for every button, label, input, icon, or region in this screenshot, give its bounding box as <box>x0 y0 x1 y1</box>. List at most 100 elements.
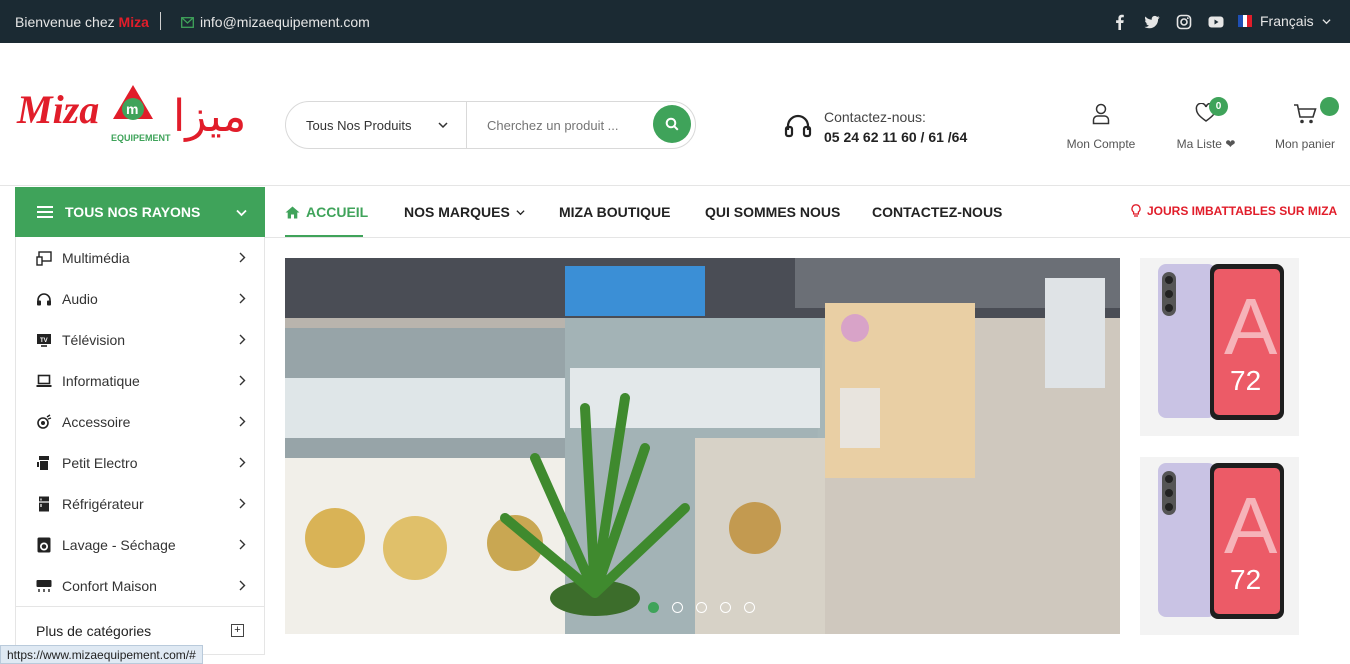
chevron-right-icon <box>239 293 246 304</box>
slider-dot[interactable] <box>720 602 731 613</box>
headphones-icon <box>37 292 51 305</box>
slider-dot[interactable] <box>648 602 659 613</box>
wishlist-label: Ma Liste ❤ <box>1176 137 1236 151</box>
chevron-down-icon <box>516 209 525 215</box>
category-item-accessoire[interactable]: Accessoire <box>16 401 264 442</box>
account-label: Mon Compte <box>1066 137 1136 151</box>
cart-count-badge <box>1320 97 1339 116</box>
facebook-icon[interactable] <box>1112 14 1128 30</box>
category-label: Audio <box>62 290 98 307</box>
category-label: Multimédia <box>62 249 130 266</box>
category-item-multimedia[interactable]: Multimédia <box>16 237 264 278</box>
category-item-informatique[interactable]: Informatique <box>16 360 264 401</box>
chevron-down-icon <box>438 122 448 129</box>
logo-sub: EQUIPEMENT <box>111 133 171 143</box>
chevron-right-icon <box>239 375 246 386</box>
nav-miza-boutique[interactable]: MIZA BOUTIQUE <box>559 204 670 220</box>
slider-dot[interactable] <box>744 602 755 613</box>
category-item-petit-electro[interactable]: Petit Electro <box>16 442 264 483</box>
category-label: Confort Maison <box>62 577 157 594</box>
chevron-right-icon <box>239 252 246 263</box>
washing-machine-icon <box>37 537 51 552</box>
promo-label: JOURS IMBATTABLES SUR MIZA <box>1147 204 1338 218</box>
wishlist-count-badge: 0 <box>1209 97 1228 116</box>
category-item-audio[interactable]: Audio <box>16 278 264 319</box>
nav-qui-sommes-nous[interactable]: QUI SOMMES NOUS <box>705 204 840 220</box>
logo-arabic: ميزا <box>173 91 246 142</box>
search-button[interactable] <box>653 105 691 143</box>
home-icon <box>285 206 300 218</box>
chevron-right-icon <box>239 457 246 468</box>
site-header: Miza m EQUIPEMENT ميزا Tous Nos Produits… <box>0 43 1350 186</box>
phone-product-image: A 72 <box>1158 463 1284 619</box>
chevron-right-icon <box>239 580 246 591</box>
side-banner-phone[interactable]: A 72 <box>1140 258 1299 436</box>
nav-nos-marques[interactable]: NOS MARQUES <box>404 204 525 220</box>
category-label: Réfrigérateur <box>62 495 144 512</box>
active-nav-underline <box>285 235 363 237</box>
banner-model-number: 72 <box>1230 564 1261 595</box>
category-label: Petit Electro <box>62 454 138 471</box>
nav-accueil-label: ACCUEIL <box>306 204 369 220</box>
search-bar: Tous Nos Produits <box>285 101 696 149</box>
contact-phone[interactable]: 05 24 62 11 60 / 61 /64 <box>824 129 967 145</box>
heart-small-icon: ❤ <box>1225 137 1236 151</box>
promo-link[interactable]: JOURS IMBATTABLES SUR MIZA <box>1131 204 1337 218</box>
wishlist-button[interactable]: Ma Liste ❤ 0 <box>1170 97 1242 151</box>
slider-dot[interactable] <box>696 602 707 613</box>
banner-model-text: A <box>1224 282 1278 371</box>
welcome-label: Bienvenue chez <box>15 14 115 30</box>
language-selector[interactable]: Français <box>1238 13 1331 29</box>
category-item-confort-maison[interactable]: Confort Maison <box>16 565 264 606</box>
appliance-icon <box>37 455 49 470</box>
contact-label: Contactez-nous: <box>824 109 926 125</box>
nav-contactez-nous[interactable]: CONTACTEZ-NOUS <box>872 204 1002 220</box>
category-item-television[interactable]: TV Télévision <box>16 319 264 360</box>
banner-model-number: 72 <box>1230 365 1261 396</box>
top-bar: Bienvenue chez Miza info@mizaequipement.… <box>0 0 1350 43</box>
welcome-brand: Miza <box>118 14 149 30</box>
miza-logo[interactable]: Miza m EQUIPEMENT ميزا <box>15 81 265 151</box>
multimedia-icon <box>36 250 52 266</box>
banner-model-text: A <box>1224 481 1278 570</box>
slider-dot[interactable] <box>672 602 683 613</box>
nav-contactez-nous-label: CONTACTEZ-NOUS <box>872 204 1003 220</box>
chevron-down-icon <box>236 209 247 217</box>
category-item-lavage-sechage[interactable]: Lavage - Séchage <box>16 524 264 565</box>
plus-icon: + <box>231 624 244 637</box>
accessory-icon <box>37 413 52 429</box>
instagram-icon[interactable] <box>1176 14 1192 30</box>
cart-icon <box>1294 104 1317 124</box>
nav-miza-boutique-label: MIZA BOUTIQUE <box>559 204 671 220</box>
category-label: Télévision <box>62 331 126 348</box>
account-button[interactable]: Mon Compte <box>1064 103 1138 151</box>
tv-icon: TV <box>37 333 51 347</box>
slider-dots <box>648 602 755 613</box>
hero-slider[interactable] <box>285 258 1120 634</box>
menu-icon <box>37 206 53 218</box>
category-sidebar: Multimédia Audio TV Télévision Informati… <box>15 237 265 655</box>
category-select[interactable]: Tous Nos Produits <box>286 102 467 148</box>
nav-accueil[interactable]: ACCUEIL <box>285 204 368 220</box>
chevron-down-icon <box>1322 18 1331 24</box>
side-banner-phone[interactable]: A 72 <box>1140 457 1299 635</box>
chevron-right-icon <box>239 498 246 509</box>
svg-text:TV: TV <box>40 338 48 344</box>
chevron-right-icon <box>239 539 246 550</box>
chevron-right-icon <box>239 416 246 427</box>
logo-latin: Miza <box>16 87 99 132</box>
headset-icon <box>784 114 812 138</box>
all-departments-label: TOUS NOS RAYONS <box>65 204 201 220</box>
email-text: info@mizaequipement.com <box>200 14 370 30</box>
cart-label: Mon panier <box>1274 137 1336 151</box>
cart-button[interactable]: Mon panier <box>1272 97 1339 151</box>
category-item-refrigerateur[interactable]: Réfrigérateur <box>16 483 264 524</box>
all-departments-button[interactable]: TOUS NOS RAYONS <box>15 187 265 237</box>
lightbulb-icon <box>1131 204 1141 217</box>
category-label: Lavage - Séchage <box>62 536 176 553</box>
category-label: Accessoire <box>62 413 131 430</box>
email-link[interactable]: info@mizaequipement.com <box>181 14 370 30</box>
twitter-icon[interactable] <box>1144 14 1160 30</box>
laptop-icon <box>36 374 52 387</box>
youtube-icon[interactable] <box>1208 14 1224 30</box>
